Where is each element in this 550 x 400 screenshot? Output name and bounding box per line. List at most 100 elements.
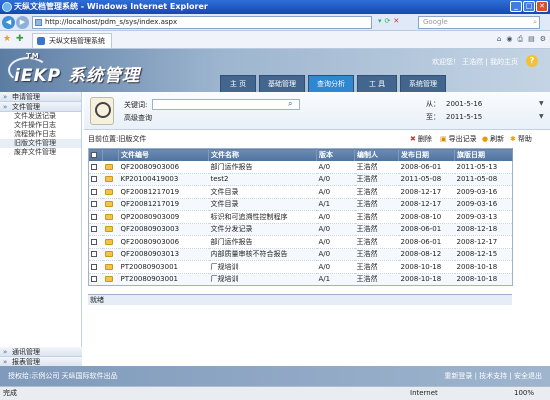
sidebar-item-send-record[interactable]: 文件发送记录	[0, 112, 81, 121]
cell-doc-name[interactable]: 内部质量审核不符合报告	[208, 248, 317, 261]
table-row[interactable]: QF20080903006 部门运作报告 A/0 王浩然 2008-06-01 2008-…	[88, 235, 513, 249]
row-checkbox[interactable]	[91, 263, 97, 270]
zoom-level[interactable]: 100%	[514, 387, 534, 400]
author-header[interactable]: 编制人	[354, 148, 399, 161]
export-button[interactable]: ▣ 导出记录	[440, 134, 477, 144]
cell-doc-number[interactable]: QF20081217019	[118, 198, 209, 211]
nav-tab-tools[interactable]: 工 具	[357, 75, 397, 92]
cell-doc-name[interactable]: 文件目录	[208, 198, 317, 211]
table-row[interactable]: QP20080903009 标识和可追溯性控制程序 A/0 王浩然 2008-08-10…	[88, 210, 513, 224]
cell-doc-name[interactable]: 标识和可追溯性控制程序	[208, 210, 317, 224]
date-to[interactable]: 至： 2011-5-15	[426, 112, 482, 122]
table-row[interactable]: QF20080903006 部门运作报告 A/0 王浩然 2008-06-01 2011-…	[88, 160, 513, 174]
cell-doc-number[interactable]: KP20100419003	[118, 173, 209, 186]
row-checkbox[interactable]	[91, 201, 97, 208]
select-all-checkbox[interactable]	[91, 151, 97, 158]
sidebar-item-old-files[interactable]: 旧版文件管理	[0, 139, 81, 148]
nav-tab-basic[interactable]: 基础管理	[259, 75, 305, 92]
refresh-icon[interactable]: ⟳	[385, 17, 391, 25]
table-row[interactable]: QF20080903013 内部质量审核不符合报告 A/0 王浩然 2008-08-12…	[88, 248, 513, 261]
row-select[interactable]	[88, 185, 103, 199]
cell-doc-number[interactable]: QF20081217019	[118, 185, 209, 199]
close-icon[interactable]: ✕	[536, 1, 548, 12]
cell-doc-name[interactable]: 部门运作报告	[208, 160, 317, 174]
delete-button[interactable]: ✖ 删除	[410, 134, 432, 144]
footer-links[interactable]: 重新登录 | 技术支持 | 安全退出	[444, 366, 542, 386]
advanced-search-link[interactable]: 高级查询	[124, 113, 152, 123]
cell-doc-number[interactable]: PT20080903001	[118, 273, 209, 286]
dropdown-icon[interactable]: ▾	[378, 17, 382, 25]
table-row[interactable]: QF20080903003 文件分发记录 A/0 王浩然 2008-06-01 2008-…	[88, 223, 513, 236]
row-select[interactable]	[88, 260, 103, 274]
refresh-button[interactable]: ● 刷新	[482, 134, 504, 144]
cell-doc-name[interactable]: 部门运作报告	[208, 235, 317, 249]
table-row[interactable]: QF20081217019 文件目录 A/0 王浩然 2008-12-17 2009-03…	[88, 185, 513, 199]
stop-icon[interactable]: ✕	[393, 17, 399, 25]
row-checkbox[interactable]	[91, 213, 97, 220]
cell-doc-number[interactable]: PT20080903001	[118, 260, 209, 274]
tools-menu-icon[interactable]: ⚙	[540, 35, 546, 44]
row-checkbox[interactable]	[91, 163, 97, 170]
back-icon[interactable]: ◀	[2, 16, 15, 29]
sidebar-section-files[interactable]: 文件管理	[0, 102, 81, 112]
row-select[interactable]	[88, 235, 103, 249]
row-select[interactable]	[88, 223, 103, 236]
help-icon[interactable]: ?	[526, 55, 538, 67]
date-from[interactable]: 从： 2001-5-16	[426, 99, 482, 109]
row-select[interactable]	[88, 210, 103, 224]
sidebar-item-obsolete-files[interactable]: 废弃文件管理	[0, 148, 81, 157]
select-all-header[interactable]	[88, 148, 103, 161]
row-checkbox[interactable]	[91, 238, 97, 245]
row-checkbox[interactable]	[91, 276, 97, 283]
row-select[interactable]	[88, 273, 103, 286]
chevron-down-icon[interactable]: ▼	[539, 113, 544, 120]
row-checkbox[interactable]	[91, 188, 97, 195]
cell-doc-name[interactable]: 厂规培训	[208, 260, 317, 274]
favorites-star-icon[interactable]: ★	[3, 34, 11, 44]
table-row[interactable]: PT20080903001 厂规培训 A/0 王浩然 2008-10-18 2008-10…	[88, 260, 513, 274]
doc-number-header[interactable]: 文件编号	[118, 148, 209, 161]
search-icon[interactable]: ⌕	[533, 17, 537, 28]
cell-doc-number[interactable]: QP20080903009	[118, 210, 209, 224]
cell-doc-name[interactable]: test2	[208, 173, 317, 186]
sidebar-item-file-log[interactable]: 文件操作日志	[0, 121, 81, 130]
row-select[interactable]	[88, 160, 103, 174]
print-icon[interactable]: ⎙	[517, 35, 523, 44]
row-checkbox[interactable]	[91, 226, 97, 233]
chevron-down-icon[interactable]: ▼	[539, 100, 544, 107]
minimize-icon[interactable]: _	[510, 1, 522, 12]
row-checkbox[interactable]	[91, 251, 97, 258]
browser-tab[interactable]: 天纵文档管理系统	[32, 33, 112, 48]
forward-icon[interactable]: ▶	[16, 16, 29, 29]
search-input[interactable]: Google ⌕	[418, 16, 540, 29]
cell-doc-number[interactable]: QF20080903003	[118, 223, 209, 236]
feeds-icon[interactable]: ◉	[506, 35, 512, 44]
row-select[interactable]	[88, 173, 103, 186]
table-row[interactable]: PT20080903001 厂规培训 A/1 王浩然 2008-10-18 2008-10…	[88, 273, 513, 286]
cell-doc-number[interactable]: QF20080903013	[118, 248, 209, 261]
version-header[interactable]: 版本	[316, 148, 355, 161]
welcome-text[interactable]: 欢迎您！ 王浩然 | 我的主页	[432, 57, 518, 67]
page-menu-icon[interactable]: ▤	[528, 35, 535, 44]
cell-doc-name[interactable]: 文件分发记录	[208, 223, 317, 236]
keyword-input[interactable]	[152, 99, 300, 110]
table-row[interactable]: QF20081217019 文件目录 A/1 王浩然 2008-12-17 2009-03…	[88, 198, 513, 211]
cell-doc-number[interactable]: QF20080903006	[118, 160, 209, 174]
keyword-search-icon[interactable]: ⌕	[288, 99, 292, 109]
row-select[interactable]	[88, 198, 103, 211]
nav-tab-home[interactable]: 主 页	[220, 75, 256, 92]
flag-date-header[interactable]: 旗版日期	[454, 148, 513, 161]
nav-tab-system[interactable]: 系统管理	[400, 75, 446, 92]
url-field[interactable]: http://localhost/pdm_s/sys/index.aspx	[32, 16, 372, 29]
publish-date-header[interactable]: 发布日期	[398, 148, 455, 161]
cell-doc-name[interactable]: 文件目录	[208, 185, 317, 199]
cell-doc-name[interactable]: 厂规培训	[208, 273, 317, 286]
row-checkbox[interactable]	[91, 176, 97, 183]
add-favorite-icon[interactable]: ✚	[16, 34, 24, 44]
sidebar-section-comm[interactable]: 通讯管理	[0, 347, 82, 357]
table-row[interactable]: KP20100419003 test2 A/0 王浩然 2011-05-08 2011-0…	[88, 173, 513, 186]
doc-name-header[interactable]: 文件名称	[208, 148, 317, 161]
help-button[interactable]: ✱ 帮助	[510, 134, 532, 144]
cell-doc-number[interactable]: QF20080903006	[118, 235, 209, 249]
sidebar-item-flow-log[interactable]: 流程操作日志	[0, 130, 81, 139]
